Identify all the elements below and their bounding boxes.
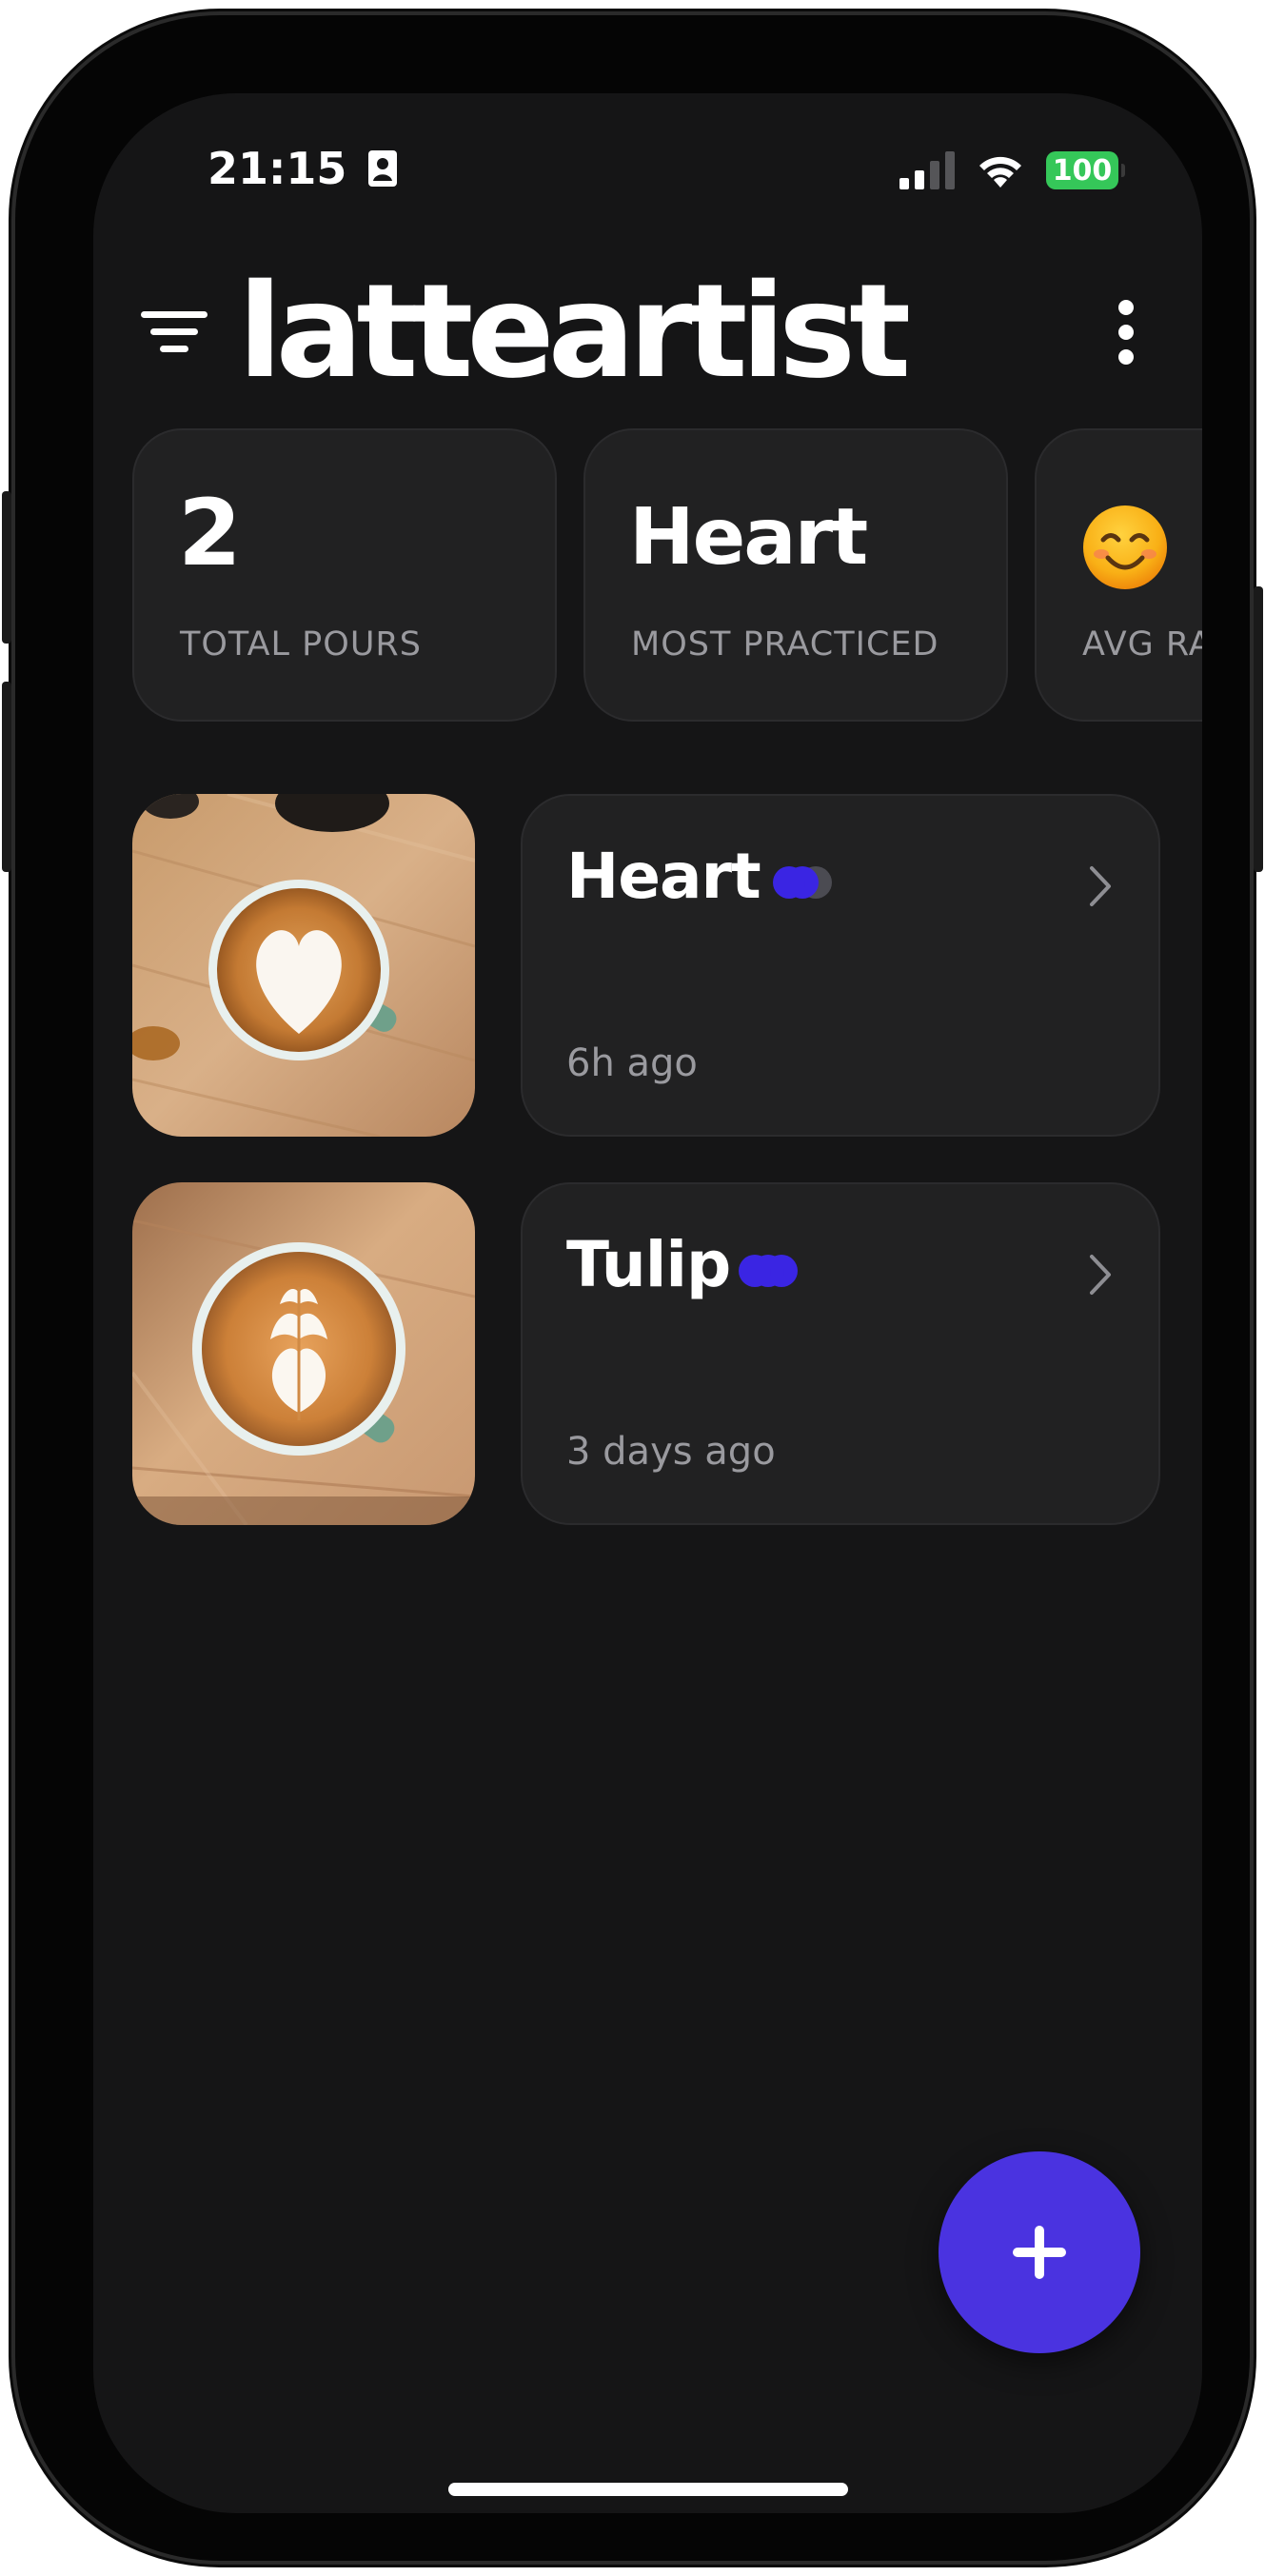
pour-card[interactable]: Heart 6h ago [521,794,1160,1137]
power-button [1254,586,1263,872]
pour-time: 3 days ago [566,1430,776,1474]
home-indicator[interactable] [448,2483,848,2496]
status-icons: 100 [899,147,1125,194]
wifi-icon [979,156,1021,188]
stats-carousel[interactable]: 2 TOTAL POURS Heart MOST PRACTICED AVG R… [132,428,1202,723]
latte-heart-photo[interactable] [132,794,475,1137]
status-time: 21:15 [208,143,398,194]
volume-down-button [2,682,11,872]
stat-card-total-pours: 2 TOTAL POURS [132,428,557,722]
pour-name: Heart [566,840,761,913]
app-header: latteartist [93,257,1202,407]
volume-up-button [2,491,11,644]
stat-value: Heart [629,492,868,583]
stat-label: AVG RA [1082,625,1202,664]
stat-card-most-practiced: Heart MOST PRACTICED [583,428,1008,722]
pour-list-item[interactable]: Tulip 3 days ago [132,1182,1160,1525]
status-time-text: 21:15 [208,143,347,194]
add-pour-button[interactable] [939,2151,1140,2353]
battery-indicator: 100 [1046,151,1125,189]
plus-icon [1013,2226,1066,2279]
battery-level: 100 [1052,153,1113,188]
filter-menu-icon[interactable] [141,306,208,359]
pour-card[interactable]: Tulip 3 days ago [521,1182,1160,1525]
app-title: latteartist [238,257,911,407]
pour-name: Tulip [566,1228,731,1301]
smiling-face-icon [1083,505,1167,589]
pour-time: 6h ago [566,1041,698,1085]
rating-dots-indicator [773,866,832,899]
phone-frame: 21:15 100 latteartist 2 TOTAL POURS Hear… [2,15,1263,2561]
more-vertical-icon[interactable] [1107,298,1145,367]
stat-label: TOTAL POURS [180,625,422,664]
cellular-signal-icon [899,151,955,189]
rating-dots-indicator [739,1255,798,1287]
chevron-right-icon [1090,1255,1111,1295]
latte-photo-image [132,1182,475,1525]
app-screen: 21:15 100 latteartist 2 TOTAL POURS Hear… [93,93,1202,2513]
stat-label: MOST PRACTICED [631,625,939,664]
id-card-icon [368,150,398,187]
pour-list-item[interactable]: Heart 6h ago [132,794,1160,1137]
latte-tulip-photo[interactable] [132,1182,475,1525]
stat-card-avg-rating: AVG RA [1035,428,1202,722]
stat-value: 2 [178,480,242,586]
latte-photo-image [132,794,475,1137]
chevron-right-icon [1090,866,1111,906]
